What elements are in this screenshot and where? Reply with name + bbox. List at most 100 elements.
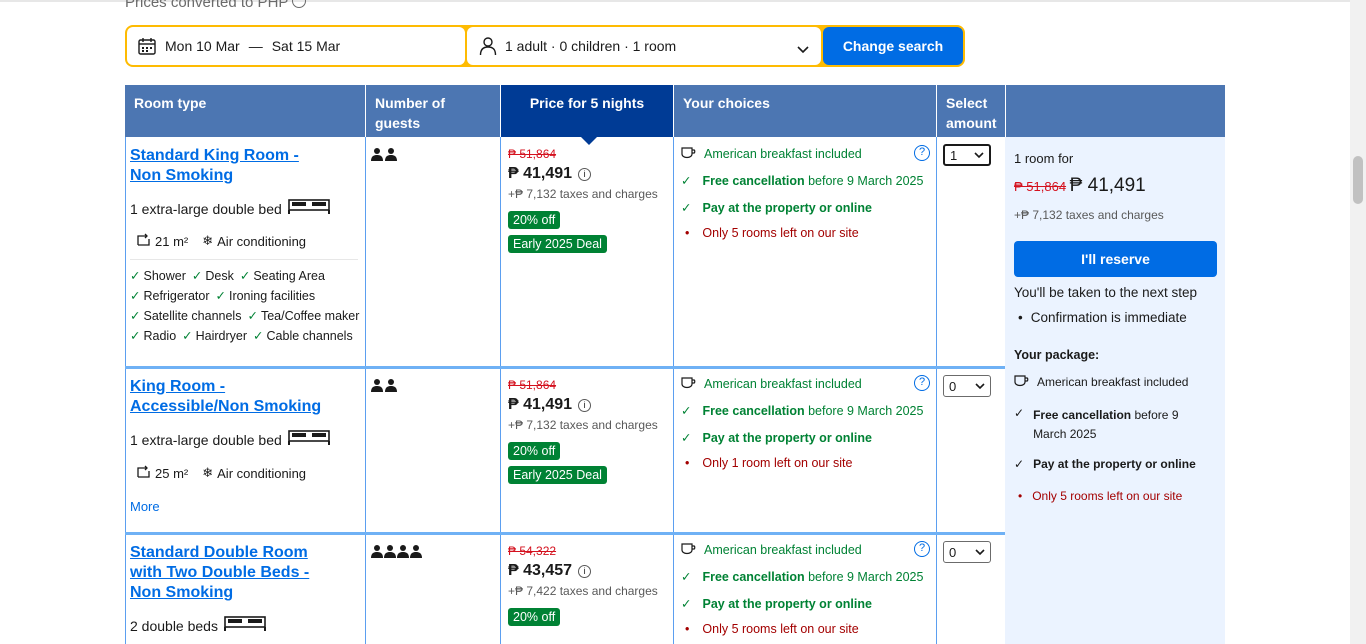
snowflake-icon: ❄ xyxy=(202,465,214,480)
price-cell: ₱ 51,864 ₱ 41,491 i +₱ 7,132 taxes and ch… xyxy=(508,147,668,253)
bed-icon xyxy=(287,199,330,218)
price: ₱ 43,457 i xyxy=(508,562,668,580)
room-title-link[interactable]: King Room - Accessible/Non Smoking xyxy=(130,377,360,417)
info-icon[interactable]: i xyxy=(578,167,592,181)
help-icon[interactable]: ? xyxy=(914,541,930,557)
guests-icon xyxy=(371,378,399,395)
cup-icon xyxy=(681,542,696,558)
taxes: +₱ 7,132 taxes and charges xyxy=(508,187,658,201)
bed-info: 1 extra-large double bed xyxy=(130,430,360,449)
price: ₱ 41,491 i xyxy=(508,165,668,183)
guests-selector[interactable]: 1 adult · 0 children · 1 room xyxy=(467,27,821,65)
breakfast-choice: American breakfast included xyxy=(681,542,931,558)
cancellation-choice: ✓ Free cancellation before 9 March 2025 xyxy=(681,403,924,419)
calendar-icon xyxy=(137,36,157,56)
header-amount: Select amount xyxy=(937,85,1005,137)
info-icon[interactable]: i xyxy=(578,398,592,412)
choices-cell: American breakfast included ✓ Free cancel… xyxy=(681,146,931,240)
more-link[interactable]: More xyxy=(130,499,360,514)
chevron-down-icon xyxy=(974,151,984,158)
header-choices: Your choices xyxy=(674,85,936,137)
header-blank xyxy=(1006,85,1225,137)
chevron-down-icon xyxy=(797,41,809,57)
header-price: Price for 5 nights xyxy=(501,85,673,145)
bed-icon xyxy=(287,430,330,449)
old-price: ₱ 51,864 xyxy=(508,378,557,392)
room-quantity-select[interactable]: 0 xyxy=(943,375,991,397)
help-icon[interactable]: ? xyxy=(914,375,930,391)
choices-cell: American breakfast included ✓ Free cancel… xyxy=(681,376,931,470)
person-icon xyxy=(479,36,497,56)
col-border xyxy=(125,137,126,644)
header-arrow xyxy=(581,137,597,145)
col-border xyxy=(365,137,366,644)
amenities-list: ✓ Shower ✓ Desk ✓ Seating Area ✓ Refrigerator ✓… xyxy=(130,269,360,343)
price: ₱ 41,491 i xyxy=(508,396,668,414)
row-separator xyxy=(125,532,1006,535)
confirmation-note: • Confirmation is immediate xyxy=(1018,310,1187,325)
amenities-divider xyxy=(130,259,358,260)
payment-choice: ✓ Pay at the property or online xyxy=(681,430,872,446)
room-size-icon xyxy=(136,232,151,250)
package-cancellation: ✓ Free cancellation before 9 March 2025 xyxy=(1014,406,1179,441)
panel-price: ₱ 51,864 ₱ 41,491 xyxy=(1014,175,1146,196)
guests-icon xyxy=(371,544,425,561)
guests-icon xyxy=(371,147,399,164)
room-size: 21 m² xyxy=(155,233,189,249)
date-separator: — xyxy=(248,38,263,54)
chevron-down-icon xyxy=(975,548,985,555)
check-out-date: Sat 15 Mar xyxy=(271,38,341,54)
col-border xyxy=(673,137,674,644)
package-breakfast: American breakfast included xyxy=(1014,374,1188,390)
cup-icon xyxy=(681,376,696,392)
cup-icon xyxy=(681,146,696,162)
old-price: ₱ 51,864 xyxy=(508,147,557,161)
discount-badge: 20% off xyxy=(508,608,561,626)
scrollbar-thumb[interactable] xyxy=(1353,156,1363,204)
page-scrollbar[interactable] xyxy=(1350,0,1366,644)
cancellation-choice: ✓ Free cancellation before 9 March 2025 xyxy=(681,173,924,189)
room-size-icon xyxy=(136,464,151,482)
deal-badge: Early 2025 Deal xyxy=(508,235,607,253)
help-icon[interactable]: ? xyxy=(914,145,930,161)
scarcity-note: • Only 5 rooms left on our site xyxy=(685,622,859,636)
price-cell: ₱ 51,864 ₱ 41,491 i +₱ 7,132 taxes and ch… xyxy=(508,378,668,484)
room-title-link[interactable]: Standard King Room - Non Smoking xyxy=(130,146,360,186)
old-price: ₱ 54,322 xyxy=(508,544,557,558)
deal-badge: Early 2025 Deal xyxy=(508,466,607,484)
taxes: +₱ 7,132 taxes and charges xyxy=(508,418,658,432)
bed-icon xyxy=(223,616,266,635)
choices-cell: American breakfast included ✓ Free cancel… xyxy=(681,542,931,636)
info-icon[interactable]: i xyxy=(578,564,592,578)
panel-taxes: +₱ 7,132 taxes and charges xyxy=(1014,208,1164,222)
room-title-link[interactable]: Standard Double Room with Two Double Beds… xyxy=(130,543,360,603)
reserve-button[interactable]: I'll reserve xyxy=(1014,241,1217,277)
check-in-date: Mon 10 Mar xyxy=(165,38,240,54)
cup-icon xyxy=(1014,374,1029,390)
room-row-2: King Room - Accessible/Non Smoking 1 extr… xyxy=(130,377,360,514)
date-picker[interactable]: Mon 10 Mar — Sat 15 Mar xyxy=(127,27,465,65)
room-row-1: Standard King Room - Non Smoking 1 extra-… xyxy=(130,146,360,346)
info-icon[interactable] xyxy=(292,0,307,8)
col-border xyxy=(936,137,937,644)
package-scarcity: • Only 5 rooms left on our site xyxy=(1018,489,1183,503)
air-conditioning: Air conditioning xyxy=(217,465,307,481)
room-facts: 21 m² ❄ Air conditioning xyxy=(130,232,360,250)
next-step-note: You'll be taken to the next step xyxy=(1014,285,1197,300)
reservation-panel: 1 room for ₱ 51,864 ₱ 41,491 +₱ 7,132 ta… xyxy=(1005,137,1225,644)
bed-info: 2 double beds xyxy=(130,616,360,635)
package-title: Your package: xyxy=(1014,348,1100,362)
change-search-button[interactable]: Change search xyxy=(823,27,963,65)
discount-badge: 20% off xyxy=(508,442,561,460)
price-cell: ₱ 54,322 ₱ 43,457 i +₱ 7,422 taxes and ch… xyxy=(508,544,668,626)
header-guests: Number of guests xyxy=(366,85,500,137)
guests-summary: 1 adult · 0 children · 1 room xyxy=(505,38,677,54)
room-facts: 25 m² ❄ Air conditioning xyxy=(130,464,360,482)
chevron-down-icon xyxy=(975,382,985,389)
room-quantity-select[interactable]: 0 xyxy=(943,541,991,563)
discount-badge: 20% off xyxy=(508,211,561,229)
room-quantity-select[interactable]: 1 xyxy=(943,144,991,166)
snowflake-icon: ❄ xyxy=(202,233,214,248)
search-bar: Mon 10 Mar — Sat 15 Mar 1 adult · 0 chil… xyxy=(125,25,965,67)
rooms-for: 1 room for xyxy=(1014,151,1074,166)
